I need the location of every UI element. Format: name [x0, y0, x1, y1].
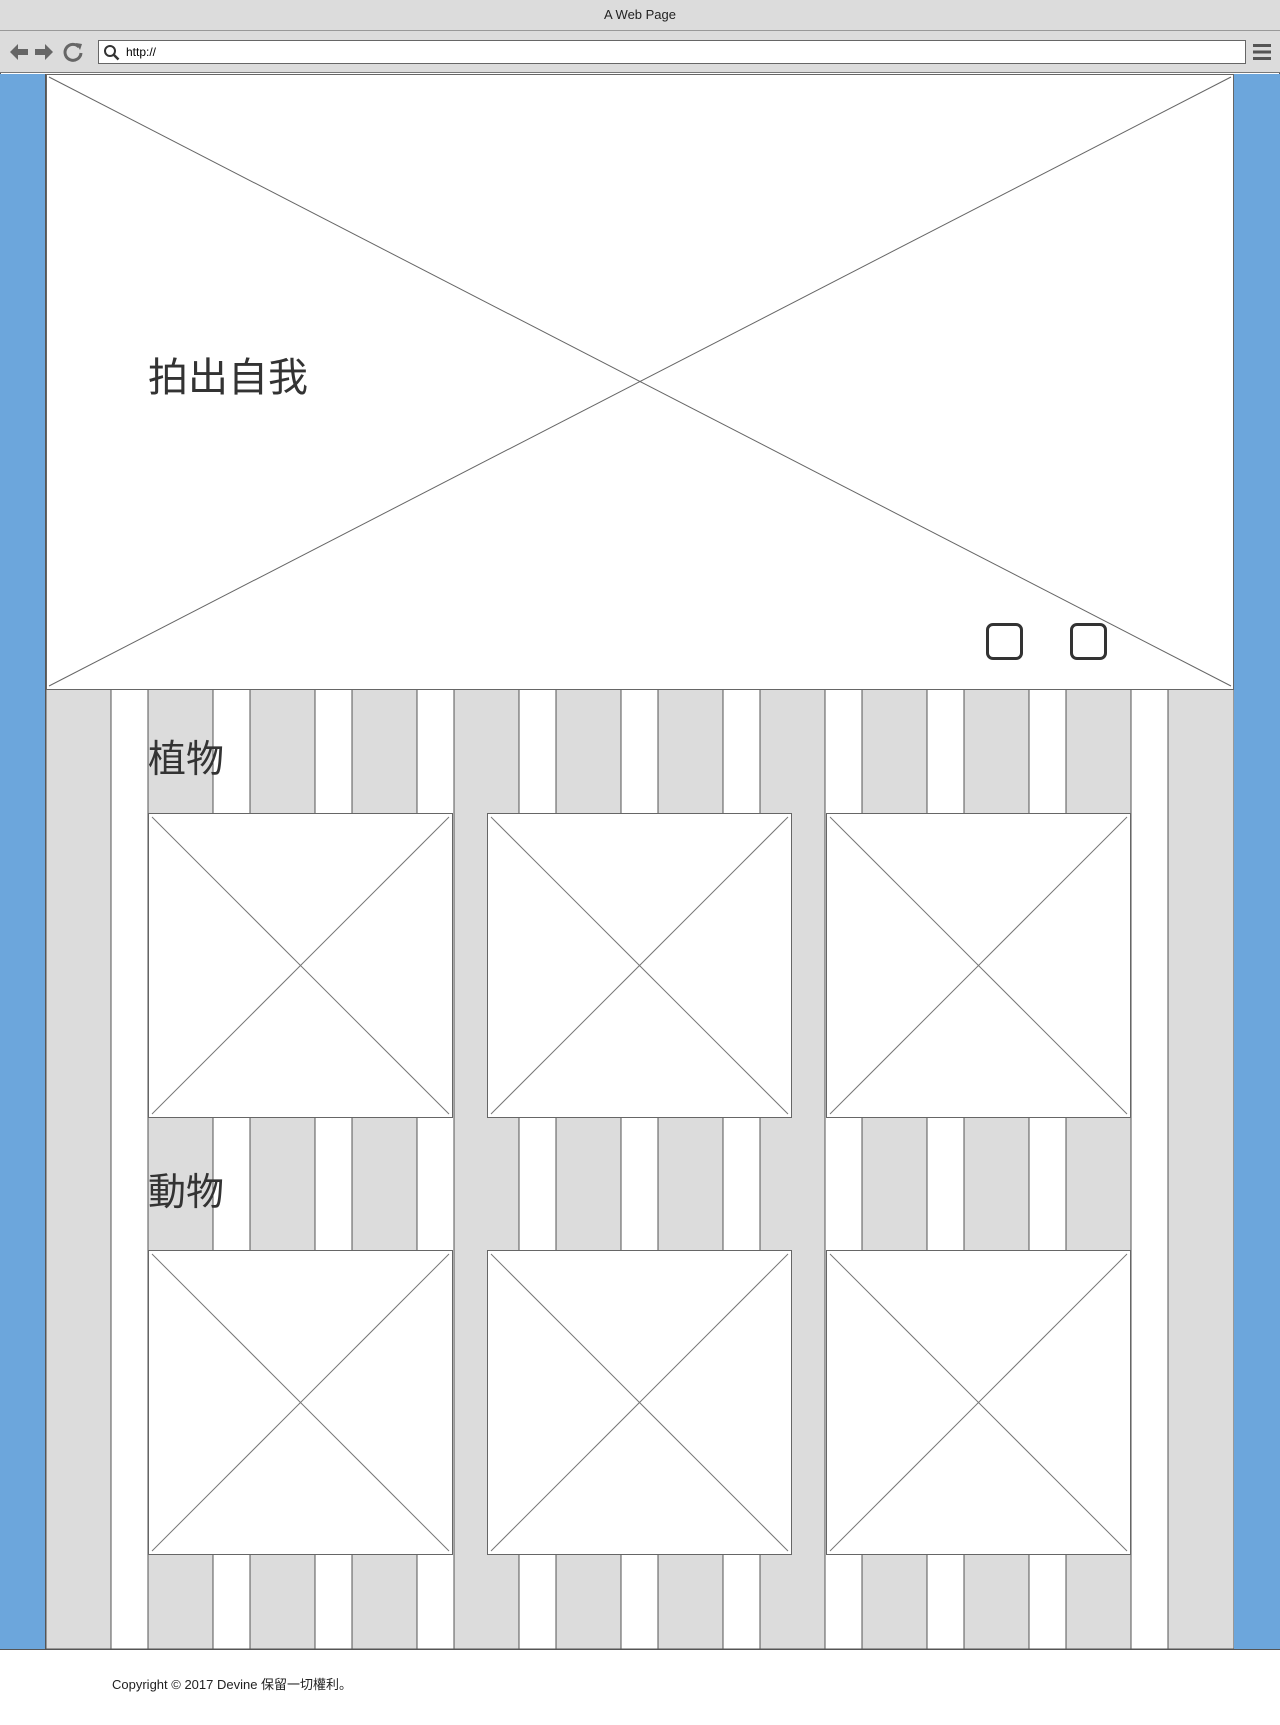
back-arrow-icon[interactable] — [8, 41, 30, 63]
window-title: A Web Page — [0, 0, 1280, 31]
content-canvas — [46, 74, 1234, 1649]
forward-arrow-icon[interactable] — [33, 41, 55, 63]
image-placeholder — [487, 813, 792, 1118]
section-title-animals: 動物 — [148, 1170, 225, 1214]
image-placeholder — [148, 1250, 453, 1555]
copyright-text: Copyright © 2017 Devine 保留一切權利。 — [112, 1677, 353, 1692]
image-placeholder — [148, 813, 453, 1118]
carousel-next-button[interactable] — [1070, 623, 1107, 660]
image-placeholder — [826, 1250, 1131, 1555]
hamburger-menu-icon[interactable] — [1252, 43, 1272, 61]
address-text: http:// — [126, 45, 157, 59]
search-icon — [104, 45, 120, 61]
carousel-prev-button[interactable] — [986, 623, 1023, 660]
left-side-bar — [0, 74, 46, 1649]
hero-title: 拍出自我 — [148, 355, 308, 401]
image-placeholder — [487, 1250, 792, 1555]
image-placeholder — [826, 813, 1131, 1118]
reload-icon[interactable] — [62, 41, 84, 63]
page-content — [46, 74, 1234, 1649]
browser-toolbar: http:// — [0, 31, 1280, 73]
address-bar[interactable]: http:// — [98, 40, 1246, 64]
section-title-plants: 植物 — [148, 737, 225, 781]
right-side-bar — [1233, 74, 1280, 1649]
